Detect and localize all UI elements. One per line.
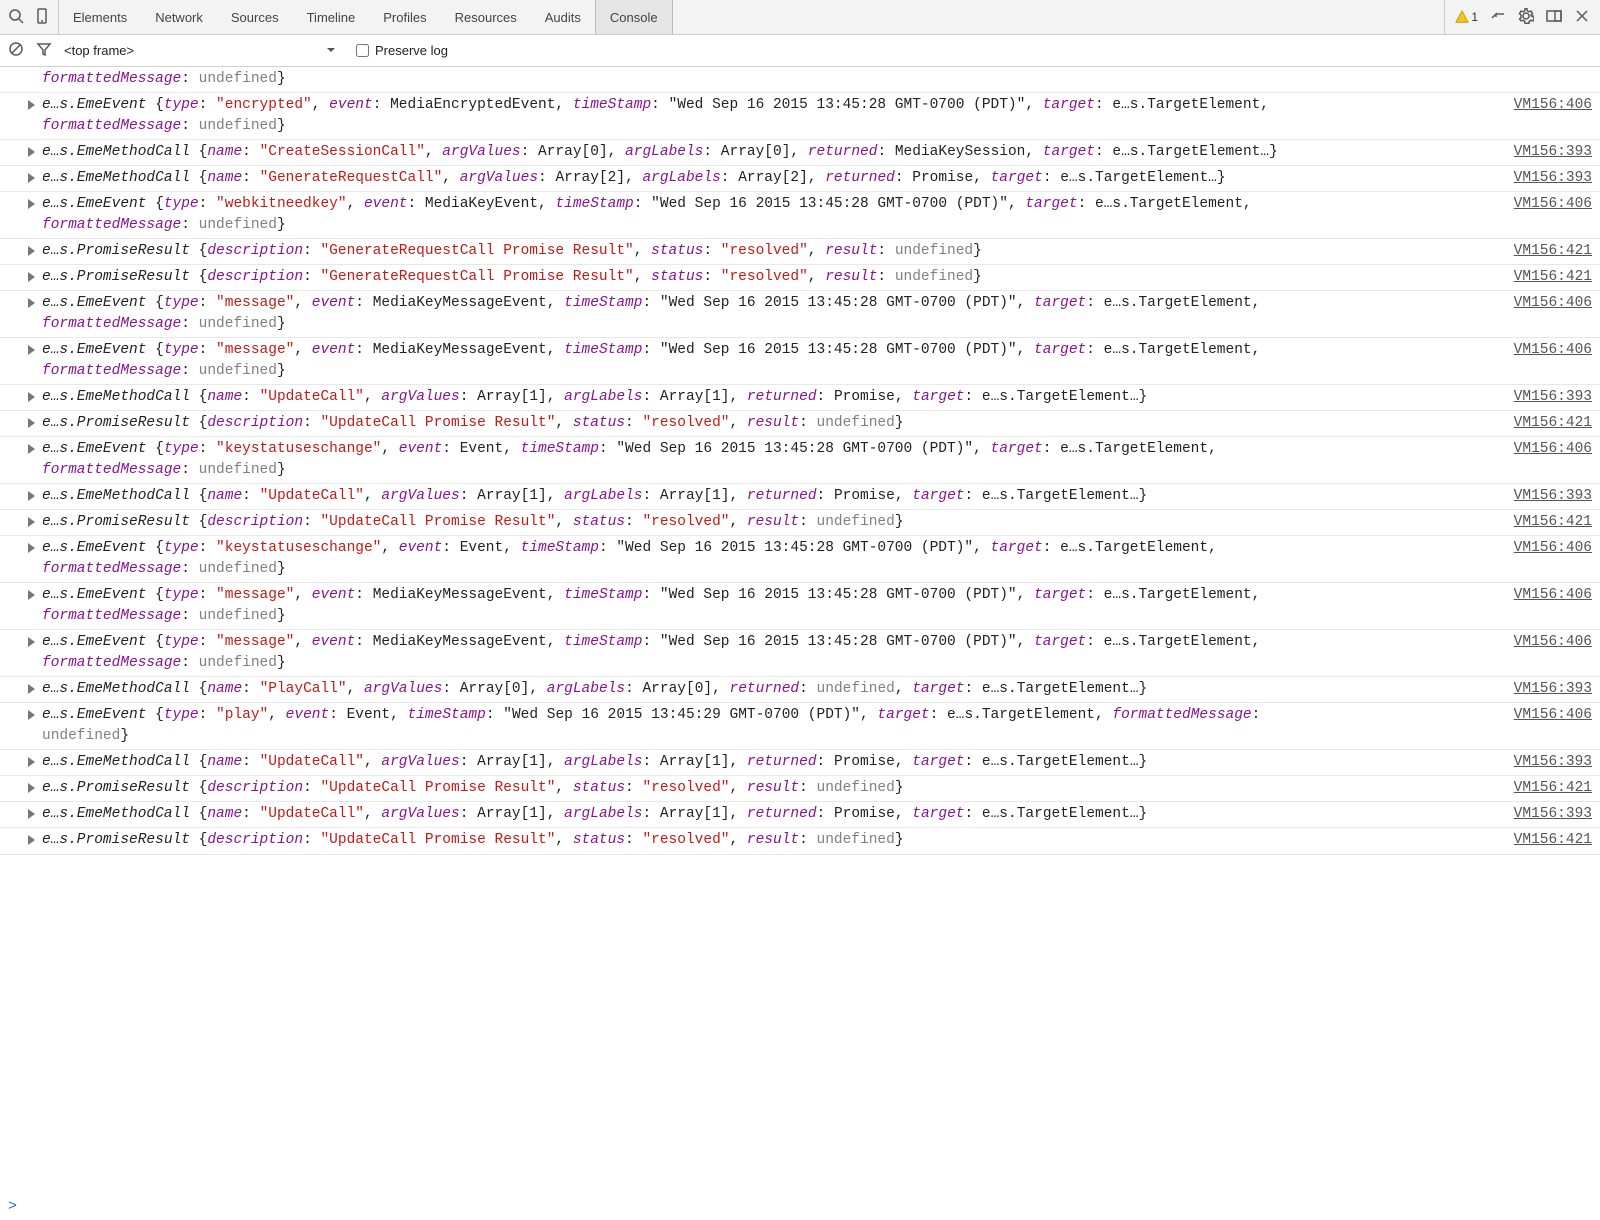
expand-icon[interactable]: [28, 684, 35, 694]
source-link[interactable]: VM156:406: [1504, 439, 1592, 460]
expand-icon[interactable]: [28, 100, 35, 110]
source-link[interactable]: VM156:393: [1504, 486, 1592, 507]
expand-icon[interactable]: [28, 272, 35, 282]
log-row[interactable]: VM156:393e…s.EmeMethodCall {name: "Updat…: [0, 802, 1600, 828]
warning-count[interactable]: 1: [1455, 10, 1478, 24]
log-row[interactable]: VM156:393e…s.EmeMethodCall {name: "PlayC…: [0, 677, 1600, 703]
console-subbar: <top frame> Preserve log: [0, 35, 1600, 67]
expand-icon[interactable]: [28, 418, 35, 428]
log-row[interactable]: VM156:421e…s.PromiseResult {description:…: [0, 776, 1600, 802]
preserve-log-input[interactable]: [356, 44, 369, 57]
source-link[interactable]: VM156:421: [1504, 267, 1592, 288]
filter-icon[interactable]: [36, 41, 52, 60]
log-row[interactable]: formattedMessage: undefined}: [0, 67, 1600, 93]
log-row[interactable]: VM156:421e…s.PromiseResult {description:…: [0, 411, 1600, 437]
source-link[interactable]: VM156:406: [1504, 538, 1592, 559]
expand-icon[interactable]: [28, 199, 35, 209]
expand-icon[interactable]: [28, 246, 35, 256]
expand-icon[interactable]: [28, 835, 35, 845]
log-row[interactable]: VM156:406e…s.EmeEvent {type: "message", …: [0, 338, 1600, 385]
expand-icon[interactable]: [28, 345, 35, 355]
dock-icon[interactable]: [1546, 8, 1562, 27]
source-link[interactable]: VM156:393: [1504, 387, 1592, 408]
source-link[interactable]: VM156:421: [1504, 413, 1592, 434]
tab-network[interactable]: Network: [141, 0, 217, 34]
expand-icon[interactable]: [28, 392, 35, 402]
log-row[interactable]: VM156:406e…s.EmeEvent {type: "play", eve…: [0, 703, 1600, 750]
expand-icon[interactable]: [28, 517, 35, 527]
drawer-icon[interactable]: [1490, 8, 1506, 27]
console-prompt[interactable]: >: [0, 1194, 1600, 1219]
expand-icon[interactable]: [28, 809, 35, 819]
settings-icon[interactable]: [1518, 8, 1534, 27]
source-link[interactable]: VM156:406: [1504, 705, 1592, 726]
expand-icon[interactable]: [28, 710, 35, 720]
frame-label: <top frame>: [64, 43, 134, 58]
expand-icon[interactable]: [28, 147, 35, 157]
source-link[interactable]: VM156:393: [1504, 752, 1592, 773]
log-row[interactable]: VM156:393e…s.EmeMethodCall {name: "Creat…: [0, 140, 1600, 166]
log-row[interactable]: VM156:393e…s.EmeMethodCall {name: "Updat…: [0, 484, 1600, 510]
devtools-toolbar: ElementsNetworkSourcesTimelineProfilesRe…: [0, 0, 1600, 35]
source-link[interactable]: VM156:406: [1504, 293, 1592, 314]
device-icon[interactable]: [34, 8, 50, 27]
clear-console-icon[interactable]: [8, 41, 24, 60]
warning-count-value: 1: [1471, 10, 1478, 24]
source-link[interactable]: VM156:406: [1504, 585, 1592, 606]
tab-resources[interactable]: Resources: [441, 0, 531, 34]
console-output[interactable]: formattedMessage: undefined}VM156:406e…s…: [0, 67, 1600, 1194]
source-link[interactable]: VM156:421: [1504, 512, 1592, 533]
tab-console[interactable]: Console: [595, 0, 673, 34]
expand-icon[interactable]: [28, 783, 35, 793]
expand-icon[interactable]: [28, 543, 35, 553]
close-icon[interactable]: [1574, 8, 1590, 27]
log-row[interactable]: VM156:406e…s.EmeEvent {type: "keystatuse…: [0, 437, 1600, 484]
expand-icon[interactable]: [28, 173, 35, 183]
expand-icon[interactable]: [28, 590, 35, 600]
source-link[interactable]: VM156:406: [1504, 632, 1592, 653]
expand-icon[interactable]: [28, 757, 35, 767]
expand-icon[interactable]: [28, 491, 35, 501]
dropdown-icon: [326, 43, 336, 58]
expand-icon[interactable]: [28, 637, 35, 647]
log-row[interactable]: VM156:406e…s.EmeEvent {type: "message", …: [0, 291, 1600, 338]
expand-icon[interactable]: [28, 298, 35, 308]
preserve-log-checkbox[interactable]: Preserve log: [356, 43, 448, 58]
frame-selector[interactable]: <top frame>: [64, 43, 344, 58]
source-link[interactable]: VM156:393: [1504, 142, 1592, 163]
expand-icon[interactable]: [28, 444, 35, 454]
log-row[interactable]: VM156:421e…s.PromiseResult {description:…: [0, 510, 1600, 536]
source-link[interactable]: VM156:421: [1504, 241, 1592, 262]
log-row[interactable]: VM156:406e…s.EmeEvent {type: "encrypted"…: [0, 93, 1600, 140]
log-row[interactable]: VM156:406e…s.EmeEvent {type: "webkitneed…: [0, 192, 1600, 239]
source-link[interactable]: VM156:421: [1504, 778, 1592, 799]
tab-audits[interactable]: Audits: [531, 0, 595, 34]
log-row[interactable]: VM156:406e…s.EmeEvent {type: "keystatuse…: [0, 536, 1600, 583]
log-row[interactable]: VM156:406e…s.EmeEvent {type: "message", …: [0, 630, 1600, 677]
log-row[interactable]: VM156:393e…s.EmeMethodCall {name: "Updat…: [0, 750, 1600, 776]
log-row[interactable]: VM156:421e…s.PromiseResult {description:…: [0, 239, 1600, 265]
log-row[interactable]: VM156:393e…s.EmeMethodCall {name: "Updat…: [0, 385, 1600, 411]
tab-profiles[interactable]: Profiles: [369, 0, 440, 34]
source-link[interactable]: VM156:406: [1504, 95, 1592, 116]
source-link[interactable]: VM156:406: [1504, 340, 1592, 361]
log-row[interactable]: VM156:421e…s.PromiseResult {description:…: [0, 265, 1600, 291]
panel-tabs: ElementsNetworkSourcesTimelineProfilesRe…: [59, 0, 1444, 34]
source-link[interactable]: VM156:406: [1504, 194, 1592, 215]
source-link[interactable]: VM156:393: [1504, 804, 1592, 825]
tab-timeline[interactable]: Timeline: [293, 0, 370, 34]
log-row[interactable]: VM156:393e…s.EmeMethodCall {name: "Gener…: [0, 166, 1600, 192]
tab-elements[interactable]: Elements: [59, 0, 141, 34]
preserve-log-label: Preserve log: [375, 43, 448, 58]
log-row[interactable]: VM156:421e…s.PromiseResult {description:…: [0, 828, 1600, 854]
source-link[interactable]: VM156:393: [1504, 679, 1592, 700]
source-link[interactable]: VM156:393: [1504, 168, 1592, 189]
search-icon[interactable]: [8, 8, 24, 27]
tab-sources[interactable]: Sources: [217, 0, 293, 34]
source-link[interactable]: VM156:421: [1504, 830, 1592, 851]
log-row[interactable]: VM156:406e…s.EmeEvent {type: "message", …: [0, 583, 1600, 630]
